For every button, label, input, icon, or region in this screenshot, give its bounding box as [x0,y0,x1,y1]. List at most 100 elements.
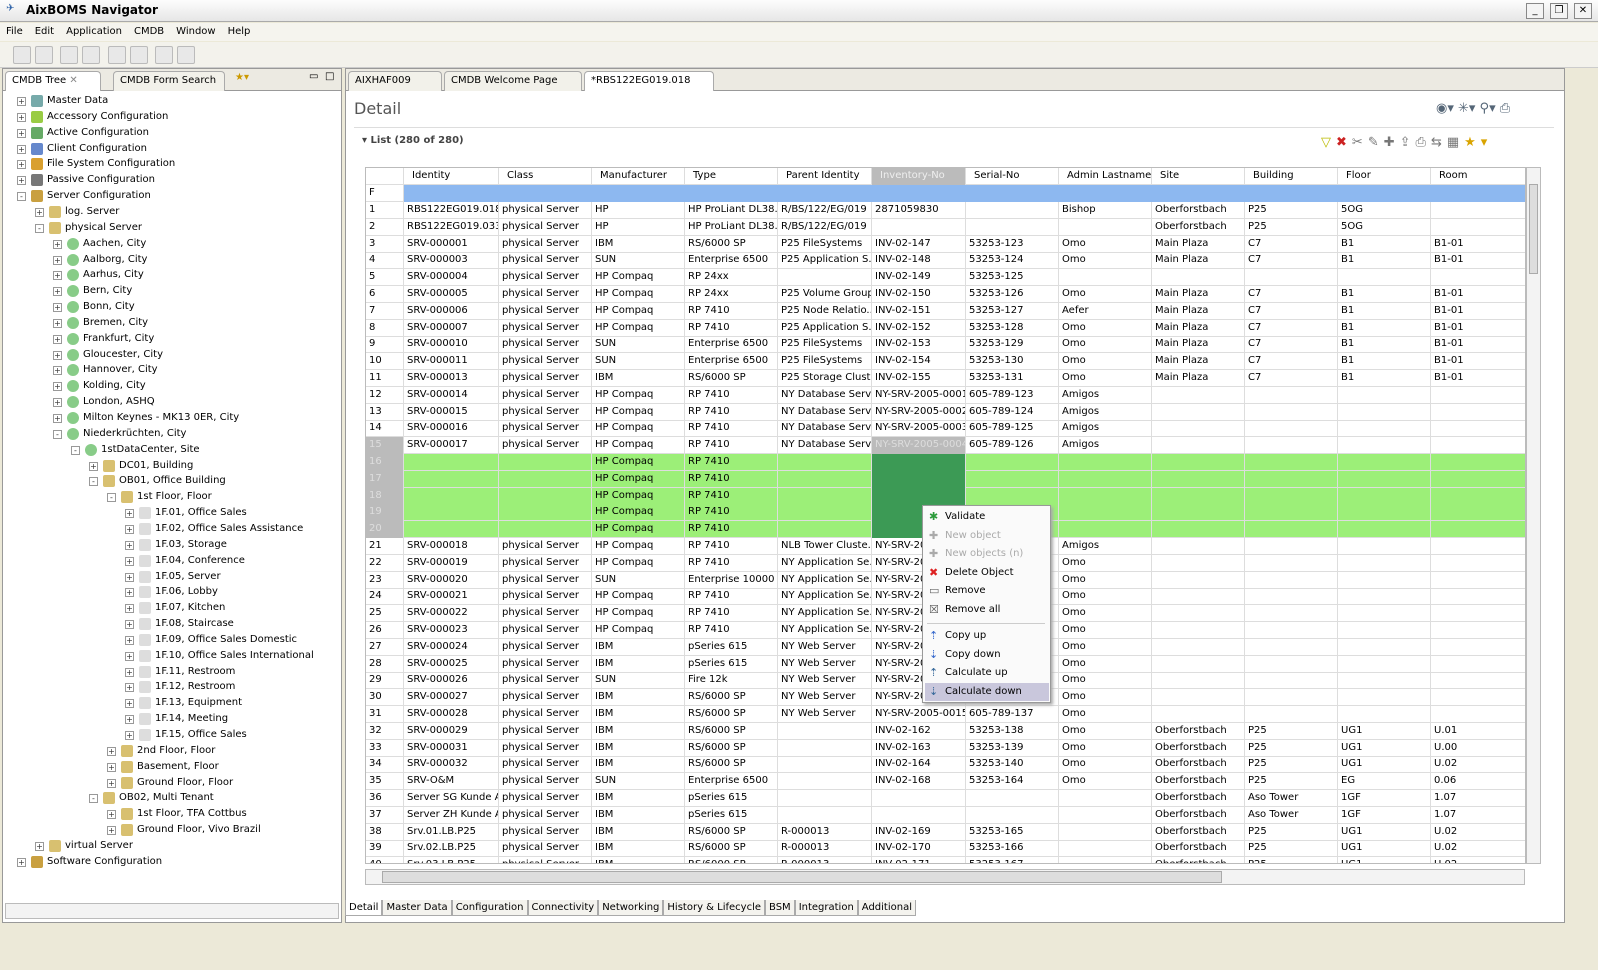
table-cell[interactable]: Oberforstbach [1152,857,1245,863]
table-cell[interactable]: P25 [1245,739,1338,757]
table-cell[interactable]: RP 7410 [685,420,778,438]
tree-item[interactable]: + DC01, Building [3,458,339,474]
table-cell[interactable] [499,470,592,488]
table-cell[interactable] [1431,605,1525,622]
table-cell[interactable]: IBM [592,790,685,807]
expand-icon[interactable]: + [125,509,134,519]
open-icon[interactable] [35,46,54,64]
table-cell[interactable]: NY Web Server [778,689,872,707]
expand-icon[interactable]: + [53,287,62,297]
expand-icon[interactable]: + [53,239,62,249]
table-cell[interactable]: B1-01 [1431,303,1525,320]
table-cell[interactable] [1059,487,1152,505]
collapse-icon[interactable]: - [89,794,98,804]
table-cell[interactable]: U.02 [1431,756,1525,773]
table-cell[interactable]: HP Compaq [592,386,685,404]
table-cell[interactable]: INV-02-151 [872,302,966,320]
table-cell[interactable]: HP Compaq [592,622,685,639]
tree-item[interactable]: - 1st Floor, Floor [3,489,339,505]
table-cell[interactable] [1245,487,1338,505]
table-cell[interactable]: B1 [1338,319,1431,337]
table-cell[interactable]: P25 [1245,823,1338,841]
table-cell[interactable]: HP Compaq [592,470,685,488]
tab-cmdb-form-search[interactable]: CMDB Form Search [113,71,225,91]
forward-icon[interactable] [154,46,173,64]
table-cell[interactable] [1338,622,1431,639]
table-cell[interactable] [1152,689,1245,707]
table-cell[interactable]: RS/6000 SP [685,739,778,757]
column-header[interactable]: Floor [1338,168,1431,185]
tree-item[interactable]: - 1stDataCenter, Site [3,442,339,458]
table-cell[interactable]: Amigos [1059,420,1152,438]
table-cell[interactable] [1431,454,1525,471]
table-cell[interactable]: Omo [1059,605,1152,623]
table-cell[interactable] [966,487,1059,505]
table-cell[interactable] [1152,554,1245,572]
tree-item[interactable]: + Milton Keynes - MK13 0ER, City [3,410,339,426]
table-cell[interactable]: HP Compaq [592,538,685,555]
table-row[interactable]: 3 SRV-000001 physical Server IBM RS/6000 SP P… [366,235,1525,253]
expand-icon[interactable]: + [53,382,62,392]
table-cell[interactable]: Oberforstbach [1152,806,1245,824]
table-cell[interactable]: HP ProLiant DL38... [685,218,778,236]
table-cell[interactable]: physical Server [499,706,592,723]
expand-icon[interactable]: + [17,176,26,186]
table-cell[interactable]: RP 7410 [685,403,778,421]
tree-item[interactable]: - OB02, Multi Tenant [3,790,339,806]
table-cell[interactable]: IBM [592,756,685,774]
table-cell[interactable]: NY Web Server [778,706,872,723]
table-cell[interactable]: C7 [1245,353,1338,371]
table-cell[interactable]: P25 Application S... [778,319,872,337]
table-cell[interactable]: RP 7410 [685,504,778,522]
table-cell[interactable]: NY Web Server [778,672,872,690]
close-icon[interactable]: ✕ [69,75,77,86]
table-cell[interactable]: SRV-000031 [404,739,499,757]
table-cell[interactable]: P25 [1245,756,1338,774]
tree-item[interactable]: + Active Configuration [3,125,339,141]
expand-icon[interactable]: + [125,635,134,645]
table-cell[interactable]: physical Server [499,773,592,791]
bottom-tab[interactable]: Master Data [382,900,452,916]
table-cell[interactable]: Aefer [1059,302,1152,320]
table-cell[interactable]: P25 [1245,840,1338,858]
table-cell[interactable]: physical Server [499,235,592,253]
table-cell[interactable] [499,487,592,505]
table-cell[interactable]: Omo [1059,622,1152,639]
table-cell[interactable] [404,487,499,505]
table-cell[interactable]: IBM [592,840,685,858]
table-cell[interactable]: INV-02-163 [872,739,966,757]
table-cell[interactable]: Server SG Kunde A [404,790,499,807]
collapse-icon[interactable]: - [107,493,116,503]
table-cell[interactable]: RBS122EG019.018 [404,202,499,219]
star-icon[interactable]: ★▾ [235,72,249,83]
table-cell[interactable]: U.00 [1431,740,1525,757]
table-cell[interactable]: B1 [1338,252,1431,270]
table-cell[interactable] [1245,538,1338,555]
table-cell[interactable]: INV-02-169 [872,823,966,841]
table-cell[interactable] [778,739,872,757]
list-section-header[interactable]: ▾ List (280 of 280) [362,135,464,146]
table-cell[interactable]: 605-789-125 [966,420,1059,438]
table-cell[interactable] [1338,470,1431,488]
menu-item-copy-down[interactable]: ⇣ Copy down [925,646,1049,664]
table-cell[interactable]: Oberforstbach [1152,823,1245,841]
tree-item[interactable]: + log. Server [3,204,339,220]
table-cell[interactable]: Main Plaza [1152,302,1245,320]
expand-icon[interactable]: + [107,746,116,756]
table-cell[interactable] [1245,655,1338,673]
tree-item[interactable]: + File System Configuration [3,156,339,172]
table-cell[interactable]: RS/6000 SP [685,706,778,723]
table-cell[interactable]: SRV-000019 [404,554,499,572]
table-cell[interactable]: RS/6000 SP [685,722,778,740]
table-cell[interactable]: RP 7410 [685,487,778,505]
expand-icon[interactable]: + [125,588,134,598]
maximize-view-icon[interactable]: □ [325,71,334,82]
table-cell[interactable]: R-000013 [778,823,872,841]
table-cell[interactable]: RP 7410 [685,319,778,337]
expand-icon[interactable]: + [125,699,134,709]
table-cell[interactable]: SUN [592,252,685,270]
table-cell[interactable] [1059,521,1152,539]
column-header[interactable]: Admin Lastname [1059,168,1152,185]
editor-tab[interactable]: AIXHAF009 [348,71,442,91]
menu-item-remove[interactable]: ▭ Remove [925,582,1049,600]
